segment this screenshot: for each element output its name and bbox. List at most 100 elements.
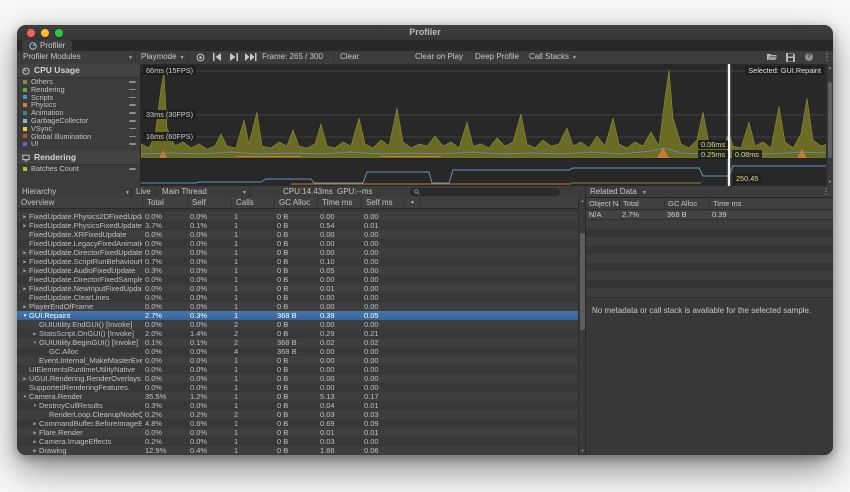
module-sidebar: CPU Usage OthersRenderingScriptsPhysicsA… — [17, 64, 141, 186]
kebab-menu-icon[interactable]: ⋮ — [820, 51, 833, 63]
related-data-row[interactable]: N/A 2.7% 368 B 0.39 — [586, 210, 833, 220]
live-toggle[interactable]: Live — [136, 186, 151, 197]
collapse-icon[interactable]: ▼ — [31, 401, 39, 410]
expand-icon[interactable]: ▶ — [31, 428, 39, 437]
sort-column-icon[interactable]: ▲ — [404, 197, 421, 208]
cpu-usage-module-header[interactable]: CPU Usage — [17, 64, 140, 78]
related-time-ms: 0.39 — [709, 210, 754, 219]
expand-icon[interactable]: ▶ — [21, 248, 29, 257]
expand-icon[interactable]: ▶ — [21, 374, 29, 383]
view-mode-dropdown[interactable]: Hierarchy — [22, 186, 56, 197]
table-row[interactable]: ▶Camera.ImageEffects0.2%0.0%10 B0.030.00 — [17, 437, 578, 446]
table-row[interactable]: ▼GUI.Repaint2.7%0.3%1368 B0.390.05 — [17, 311, 578, 320]
table-row[interactable]: ▼GUIUtility.BeginGUI() [Invoke]0.1%0.1%2… — [17, 338, 578, 347]
sample-name: Flare.Render — [39, 428, 83, 437]
expand-icon[interactable]: ▶ — [31, 437, 39, 446]
table-row[interactable]: ▼DestroyCullResults0.3%0.0%10 B0.040.01 — [17, 401, 578, 410]
expand-icon[interactable]: ▶ — [21, 302, 29, 311]
expand-icon[interactable]: ▶ — [21, 257, 29, 266]
legend-item[interactable]: Batches Count — [17, 165, 140, 173]
record-icon[interactable] — [193, 51, 207, 63]
column-time-ms[interactable]: Time ms — [709, 198, 754, 209]
table-row[interactable]: Event.Internal_MakeMasterEventCurrent0.0… — [17, 356, 578, 365]
table-row[interactable]: GC.Alloc0.0%0.0%4368 B0.000.00 — [17, 347, 578, 356]
related-data-dropdown[interactable]: Related Data ▼ ⋮ — [586, 186, 833, 198]
help-icon[interactable]: ? — [802, 51, 816, 63]
column-object-name[interactable]: Object Name — [586, 198, 619, 209]
table-row[interactable]: FixedUpdate.LegacyFixedAnimationUpdate0.… — [17, 239, 578, 248]
expand-icon[interactable]: ▶ — [21, 284, 29, 293]
table-row[interactable]: ▶FixedUpdate.PhysicsFixedUpdate3.7%0.1%1… — [17, 221, 578, 230]
legend-item[interactable]: UI — [17, 140, 140, 148]
expand-icon[interactable]: ▶ — [31, 446, 39, 455]
table-row[interactable]: ▶UGUI.Rendering.RenderOverlays0.0%0.0%10… — [17, 374, 578, 383]
thread-dropdown[interactable]: Main Thread — [162, 186, 207, 197]
clear-button[interactable]: Clear — [340, 51, 359, 63]
kebab-menu-icon[interactable]: ⋮ — [822, 186, 830, 197]
column-overview[interactable]: Overview — [17, 197, 142, 208]
table-row[interactable]: ▶FixedUpdate.Physics2DFixedUpdate0.0%0.0… — [17, 212, 578, 221]
previous-frame-icon[interactable] — [210, 51, 224, 63]
table-row[interactable]: GUIUtility.EndGUI() [Invoke]0.0%0.0%20 B… — [17, 320, 578, 329]
column-time-ms[interactable]: Time ms — [317, 197, 361, 208]
table-row[interactable]: FixedUpdate.DirectorFixedSampleUpdate0.0… — [17, 275, 578, 284]
rendering-module-header[interactable]: Rendering — [17, 151, 140, 165]
table-row[interactable]: ▶StatsScript.OnGUI() [Invoke]2.0%1.4%20 … — [17, 329, 578, 338]
collapse-icon[interactable]: ▼ — [21, 392, 29, 401]
profiler-window: Profiler Profiler Profiler Modules ▼ Pla… — [17, 25, 833, 455]
chevron-down-icon: ▼ — [239, 186, 247, 197]
chart-scrollbar[interactable]: ▲ ▼ — [826, 64, 833, 186]
table-row[interactable]: ▶Drawing12.9%0.4%10 B1.860.06 — [17, 446, 578, 455]
table-row[interactable]: ▶Flare.Render0.0%0.0%10 B0.010.01 — [17, 428, 578, 437]
frame-playhead[interactable] — [728, 64, 730, 186]
cell-value: 0.05 — [317, 266, 361, 275]
expand-icon[interactable]: ▶ — [31, 419, 39, 428]
playmode-dropdown[interactable]: Playmode▼ — [141, 51, 185, 63]
column-total[interactable]: Total — [619, 198, 664, 209]
table-row[interactable]: ▶FixedUpdate.AudioFixedUpdate0.3%0.0%10 … — [17, 266, 578, 275]
scroll-down-icon[interactable]: ▼ — [827, 179, 833, 185]
column-gc-alloc[interactable]: GC Alloc — [274, 197, 317, 208]
column-self-ms[interactable]: Self ms — [361, 197, 404, 208]
table-row[interactable]: ▼Camera.Render35.5%1.2%10 B5.130.17 — [17, 392, 578, 401]
expand-icon[interactable]: ▶ — [21, 221, 29, 230]
expand-icon[interactable]: ▶ — [31, 329, 39, 338]
table-row[interactable]: FixedUpdate.ClearLines0.0%0.0%10 B0.000.… — [17, 293, 578, 302]
table-row[interactable]: FixedUpdate.XRFixedUpdate0.0%0.0%10 B0.0… — [17, 230, 578, 239]
column-total[interactable]: Total — [142, 197, 187, 208]
table-row[interactable]: ▶FixedUpdate.ScriptRunBehaviourFixedUpda… — [17, 257, 578, 266]
load-profile-icon[interactable] — [765, 51, 779, 63]
call-stacks-dropdown[interactable]: Call Stacks▼ — [529, 51, 577, 63]
tab-profiler[interactable]: Profiler — [22, 40, 72, 51]
cell-value: 368 B — [274, 338, 317, 347]
save-profile-icon[interactable] — [783, 51, 797, 63]
expand-icon[interactable]: ▶ — [21, 212, 29, 221]
table-row[interactable]: ▶CommandBuffer.BeforeImageEffects4.8%0.6… — [17, 419, 578, 428]
table-row[interactable]: ▶FixedUpdate.NewInputFixedUpdate0.0%0.0%… — [17, 284, 578, 293]
deep-profile-toggle[interactable]: Deep Profile — [475, 51, 519, 63]
cell-value: 0.0% — [142, 356, 187, 365]
next-frame-icon[interactable] — [227, 51, 241, 63]
collapse-icon[interactable]: ▼ — [21, 311, 29, 320]
search-input[interactable] — [410, 188, 560, 197]
column-gc-alloc[interactable]: GC Alloc — [664, 198, 709, 209]
cell-value: 0.0% — [187, 428, 231, 437]
scroll-up-icon[interactable]: ▲ — [827, 65, 833, 71]
table-row[interactable]: ▶FixedUpdate.DirectorFixedUpdate0.0%0.0%… — [17, 248, 578, 257]
table-row[interactable]: RenderLoop.CleanupNodeQueue0.2%0.2%20 B0… — [17, 410, 578, 419]
expand-icon[interactable]: ▶ — [21, 266, 29, 275]
chart-scrollbar-thumb[interactable] — [828, 82, 832, 158]
table-row[interactable]: SupportedRenderingFeatures.0.0%0.0%10 B0… — [17, 383, 578, 392]
current-frame-icon[interactable] — [244, 51, 258, 63]
table-row[interactable]: ▶PlayerEndOfFrame0.0%0.0%10 B0.000.00 — [17, 302, 578, 311]
column-calls[interactable]: Calls — [231, 197, 274, 208]
rendering-chart-svg — [141, 158, 827, 186]
cpu-chart[interactable]: 66ms (15FPS) 33ms (30FPS) 16ms (60FPS) 0… — [141, 64, 827, 186]
profiler-modules-dropdown[interactable]: Profiler Modules — [23, 51, 81, 63]
column-self[interactable]: Self — [187, 197, 231, 208]
legend-stream-dash — [129, 104, 136, 106]
table-row[interactable]: UIElementsRuntimeUtilityNative0.0%0.0%10… — [17, 365, 578, 374]
collapse-icon[interactable]: ▼ — [31, 338, 39, 347]
clear-on-play-toggle[interactable]: Clear on Play — [415, 51, 463, 63]
titlebar[interactable]: Profiler — [17, 25, 833, 41]
